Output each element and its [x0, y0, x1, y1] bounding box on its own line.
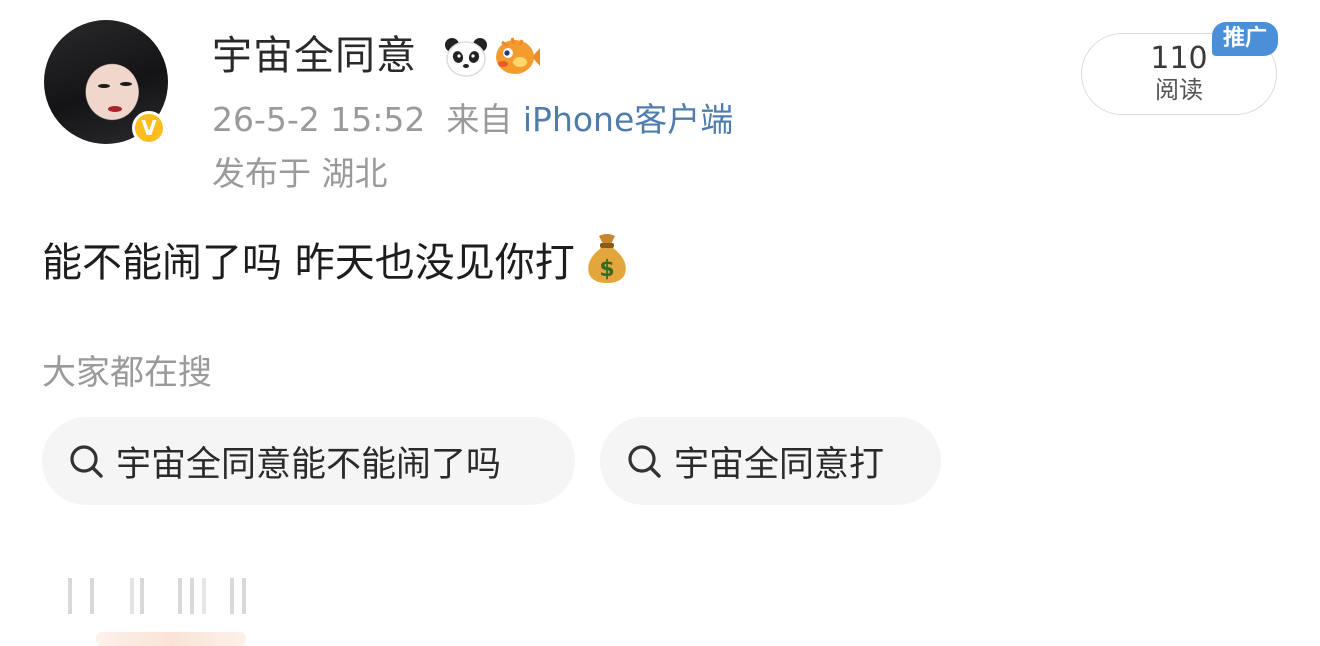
search-chip[interactable]: 宇宙全同意能不能闹了吗: [42, 417, 575, 505]
promo-tag[interactable]: 推广: [1212, 22, 1278, 56]
search-section-title: 大家都在搜: [42, 353, 212, 393]
fish-icon: [496, 37, 540, 74]
search-chip-label: 宇宙全同意能不能闹了吗: [116, 444, 502, 485]
post-body: 能不能闹了吗 昨天也没见你打: [42, 240, 575, 286]
username[interactable]: 宇宙全同意: [212, 30, 417, 82]
truncated-banner: [96, 632, 246, 646]
search-icon: [70, 445, 103, 478]
post-text: 能不能闹了吗 昨天也没见你打 $: [42, 232, 631, 292]
search-icon: [628, 445, 661, 478]
post-meta: 26-5-2 15:52 来自 iPhone客户端: [212, 98, 733, 142]
read-label: 阅读: [1155, 76, 1203, 104]
truncated-content: [60, 578, 260, 614]
avatar-lips: [108, 106, 122, 112]
avatar-eye: [98, 84, 110, 88]
search-chip[interactable]: 宇宙全同意打: [600, 417, 941, 505]
panda-icon: [445, 38, 487, 77]
search-chip-label: 宇宙全同意打: [674, 444, 885, 485]
avatar-eye: [120, 82, 132, 86]
from-label: 来自: [446, 100, 513, 139]
verified-badge-icon: V: [132, 111, 166, 145]
post-date: 26-5-2 15:52: [212, 100, 426, 139]
money-bag-icon: $: [587, 234, 626, 283]
post-location: 发布于 湖北: [212, 154, 388, 193]
source-link[interactable]: iPhone客户端: [523, 100, 733, 139]
svg-text:$: $: [599, 257, 614, 282]
